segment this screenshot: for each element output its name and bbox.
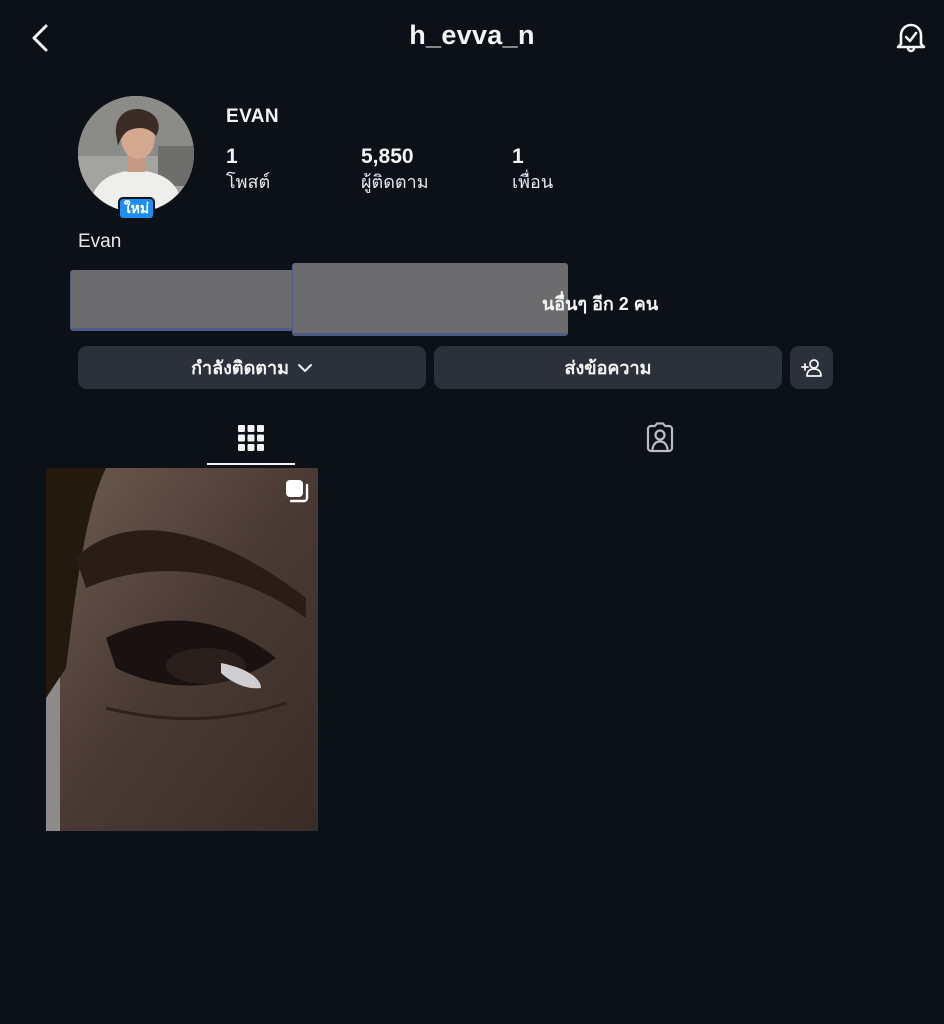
avatar[interactable] bbox=[78, 96, 194, 212]
redaction-block bbox=[292, 263, 568, 336]
posts-count: 1 bbox=[226, 145, 238, 168]
posts-stat[interactable]: 1 โพสต์ bbox=[226, 145, 270, 195]
bell-check-icon bbox=[896, 23, 926, 53]
followers-stat[interactable]: 5,850 ผู้ติดตาม bbox=[361, 145, 429, 195]
new-badge: ใหม่ bbox=[118, 197, 155, 220]
grid-icon bbox=[238, 425, 264, 451]
tab-tagged[interactable] bbox=[615, 418, 705, 458]
mutual-followers-text[interactable]: นอื่นๆ อีก 2 คน bbox=[542, 289, 658, 318]
page-title: h_evva_n bbox=[409, 20, 535, 50]
chevron-down-icon bbox=[297, 363, 312, 372]
friends-count: 1 bbox=[512, 145, 524, 168]
add-friend-button[interactable] bbox=[790, 346, 833, 389]
active-tab-indicator bbox=[207, 463, 295, 465]
tab-posts-grid[interactable] bbox=[206, 418, 296, 458]
following-label: กำลังติดตาม bbox=[191, 358, 289, 378]
message-button[interactable]: ส่งข้อความ bbox=[434, 346, 782, 389]
followers-count: 5,850 bbox=[361, 145, 414, 168]
tagged-person-icon bbox=[646, 422, 674, 453]
avatar-photo bbox=[78, 96, 194, 212]
followers-label: ผู้ติดตาม bbox=[361, 172, 429, 192]
display-name: EVAN bbox=[226, 106, 279, 127]
notification-button[interactable] bbox=[892, 18, 930, 56]
bio-text: Evan bbox=[78, 231, 122, 252]
friends-stat[interactable]: 1 เพื่อน bbox=[512, 145, 553, 195]
following-button[interactable]: กำลังติดตาม bbox=[78, 346, 426, 389]
post-thumbnail[interactable] bbox=[46, 468, 318, 831]
redaction-block bbox=[70, 270, 297, 331]
multiple-photos-icon bbox=[286, 480, 309, 503]
friends-label: เพื่อน bbox=[512, 172, 554, 192]
profile-page: h_evva_n ใหม่ EVAN 1 โพสต์ 5,850 ผู้ติดต… bbox=[0, 0, 944, 1024]
message-label: ส่งข้อความ bbox=[564, 358, 652, 378]
add-person-icon bbox=[800, 358, 822, 377]
post-image bbox=[46, 468, 318, 831]
posts-label: โพสต์ bbox=[226, 172, 271, 192]
